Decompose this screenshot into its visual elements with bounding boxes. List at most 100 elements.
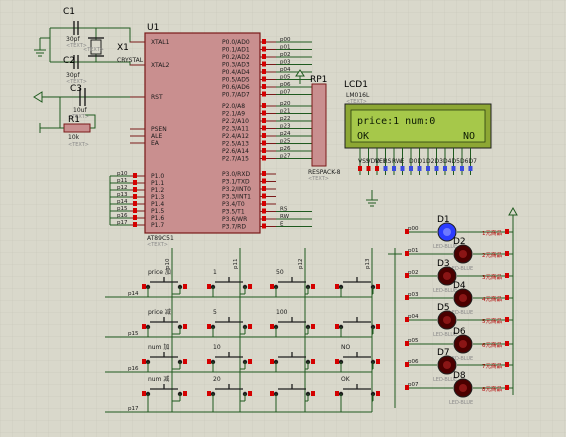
port-net-label: p04 [280,67,291,73]
c2-ref: C2 [63,56,75,66]
pin-state-marker [417,166,422,171]
schematic: C1 30pf <TEXT> C2 30pf <TEXT> X1 CRYSTAL… [0,0,566,437]
led-caption: 4元商品 [482,295,502,303]
key-label: num 减 [148,375,169,383]
pin-state-marker [262,84,266,89]
lcd-pin-label: E [401,158,405,165]
pin-state-marker [248,284,252,289]
pin-state-marker [207,324,211,329]
u1-part: AT89C51 [147,235,174,242]
pin-state-marker [262,193,266,199]
pin-state-marker [142,284,146,289]
key-label: price 减 [148,308,171,316]
pin-state-marker [207,284,211,289]
u1-right-pin-label: P0.0/AD0 [222,39,250,46]
led-net-label: p07 [408,382,419,388]
u1-right-pin-label: P0.2/AD2 [222,54,250,61]
led-caption: 7元商品 [482,362,502,370]
pin-state-marker [133,187,137,192]
pin-state-marker [505,341,509,346]
led-net-label: p04 [408,314,419,320]
port-net-label: p24 [280,131,291,137]
pin-state-marker [335,284,339,289]
u1-left-pin-label: XTAL2 [151,62,170,69]
led-net-label: p02 [408,270,419,276]
led-ref: D3 [437,259,450,269]
pin-state-marker [262,178,266,184]
port-net-label: p01 [280,45,291,51]
row-net-label: p17 [128,406,139,412]
row-net-label: p16 [128,366,139,372]
pin-state-marker [335,359,339,364]
port-net-label: p06 [280,82,291,88]
pin-state-marker [505,251,509,256]
pin-state-marker [183,359,187,364]
pin-state-marker [434,166,439,171]
col-net-label: p12 [298,259,304,270]
u1-left-pin-label: P1.3 [151,194,164,201]
u1-right-pin-label: P3.1/TXD [222,179,250,186]
pin-state-marker [262,216,266,221]
pin-state-marker [405,251,409,256]
pin-state-marker [270,324,274,329]
pin-state-marker [405,317,409,322]
port-net-label: RW [280,214,290,220]
u1-right-pin-label: P2.3/A11 [222,126,249,133]
pin-state-marker [262,118,266,123]
pin-state-marker [375,166,379,171]
pin-state-marker [505,295,509,300]
pin-state-marker [262,155,266,161]
pin-state-marker [409,166,413,171]
u1-placeholder: <TEXT> [147,242,168,248]
key-label: num 加 [148,343,169,351]
port-net-label: p27 [280,154,291,160]
row-net-label: p15 [128,331,139,337]
pin-state-marker [311,284,315,289]
u1-left-pin-label: EA [151,140,160,147]
pin-state-marker [133,194,137,199]
col-net-label: p10 [165,258,171,269]
x1-ref: X1 [117,43,129,53]
pin-state-marker [262,125,266,131]
rp1-part: RESPACK-8 [308,169,341,176]
u1-right-pin-label: P2.0/A8 [222,103,245,110]
port-net-label: p05 [280,75,291,81]
u1-right-pin-label: P2.2/A10 [222,118,249,125]
pin-state-marker [392,166,396,171]
lcd-pin-label: D0 [409,158,418,165]
led-ref: D5 [437,303,450,313]
u1-right-pin-label: P2.5/A13 [222,141,249,148]
c3-value: 10uf [73,107,87,114]
port-net-label: p21 [280,109,291,115]
key-label: price 加 [148,268,171,276]
pin-state-marker [311,324,315,329]
r1-value: 10k [68,134,80,141]
led-caption: 2元商品 [482,251,502,259]
lcd-pin-label: RS [384,158,392,165]
key-label: OK [341,376,351,383]
pin-state-marker [183,391,187,396]
lcd-line2-right: NO [463,131,475,142]
led-caption: 6元商品 [482,341,502,349]
lcd-line1: price:1 num:0 [357,116,435,127]
key-label: 50 [276,269,284,276]
pin-state-marker [426,166,430,171]
lcd-pin-label: D6 [460,158,469,165]
pin-state-marker [376,359,380,364]
lcd-pin-label: D4 [443,158,452,165]
u1-right-pin-label: P3.6/WR [222,216,247,223]
pin-state-marker [262,186,266,191]
led-ref: D1 [437,215,450,225]
u1-right-pin-label: P2.7/A15 [222,156,249,163]
led-net-label: p00 [408,226,419,232]
pin-state-marker [405,341,409,346]
rp1-ref: RP1 [310,75,327,85]
pin-state-marker [262,140,266,146]
x1-placeholder: <TEXT> [83,47,104,53]
pin-state-marker [133,215,137,220]
key-label: 20 [213,376,221,383]
led-part: LED-BLUE [449,400,473,406]
pin-state-marker [262,46,266,52]
port-net-label: p20 [280,101,291,107]
u1-right-pin-label: P2.1/A9 [222,111,245,118]
